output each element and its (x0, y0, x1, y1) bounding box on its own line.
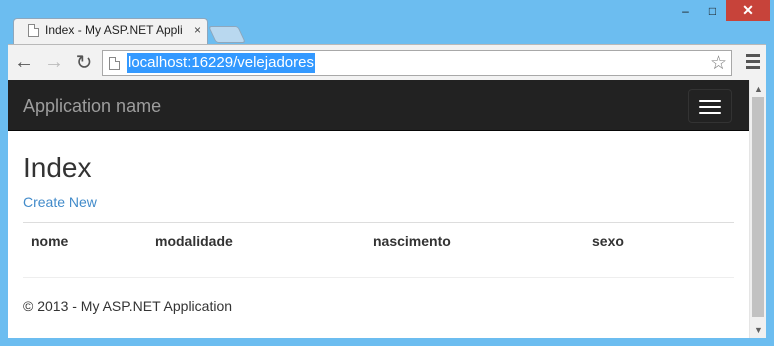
page-content: Index Create New nome modalidade nascime… (23, 131, 734, 314)
page-footer: © 2013 - My ASP.NET Application (23, 298, 233, 314)
column-header-nascimento: nascimento (373, 233, 451, 249)
scroll-down-icon[interactable]: ▼ (750, 321, 766, 338)
page-icon (28, 23, 39, 37)
column-header-sexo: sexo (592, 233, 624, 249)
browser-window: – □ ✕ Index - My ASP.NET Appli × ← → ↻ l… (0, 0, 774, 346)
minimize-button[interactable]: – (672, 0, 699, 21)
navbar-toggle-button[interactable] (688, 89, 732, 123)
scroll-up-icon[interactable]: ▲ (750, 80, 766, 97)
url-text[interactable]: localhost:16229/velejadores (127, 53, 315, 73)
page-title: Index (23, 152, 92, 183)
page-viewport: Application name Index Create New nome m… (8, 80, 766, 338)
column-header-modalidade: modalidade (155, 233, 233, 249)
hamburger-icon (699, 100, 721, 102)
window-controls: – □ ✕ (672, 0, 770, 21)
brand-link[interactable]: Application name (23, 96, 161, 117)
create-new-link[interactable]: Create New (23, 194, 97, 210)
bookmark-star-icon[interactable]: ☆ (710, 52, 727, 75)
reload-button[interactable]: ↻ (70, 49, 98, 77)
menu-icon[interactable] (746, 54, 760, 72)
divider (23, 277, 734, 278)
data-table: nome modalidade nascimento sexo (23, 222, 734, 257)
browser-tab[interactable]: Index - My ASP.NET Appli × (13, 18, 208, 44)
new-tab-button[interactable] (208, 26, 246, 43)
close-window-button[interactable]: ✕ (726, 0, 770, 21)
tab-close-icon[interactable]: × (194, 23, 201, 37)
scrollbar-thumb[interactable] (752, 97, 764, 317)
column-header-nome: nome (31, 233, 69, 249)
browser-toolbar: ← → ↻ localhost:16229/velejadores ☆ (8, 44, 766, 80)
table-header-row: nome modalidade nascimento sexo (23, 223, 734, 258)
maximize-button[interactable]: □ (699, 0, 726, 21)
address-bar[interactable]: localhost:16229/velejadores ☆ (102, 50, 732, 76)
tab-title: Index - My ASP.NET Appli (45, 23, 183, 37)
forward-button[interactable]: → (40, 49, 68, 77)
back-button[interactable]: ← (10, 49, 38, 77)
site-navbar: Application name (8, 80, 749, 131)
vertical-scrollbar[interactable]: ▲ ▼ (749, 80, 766, 338)
page-icon (109, 56, 120, 70)
